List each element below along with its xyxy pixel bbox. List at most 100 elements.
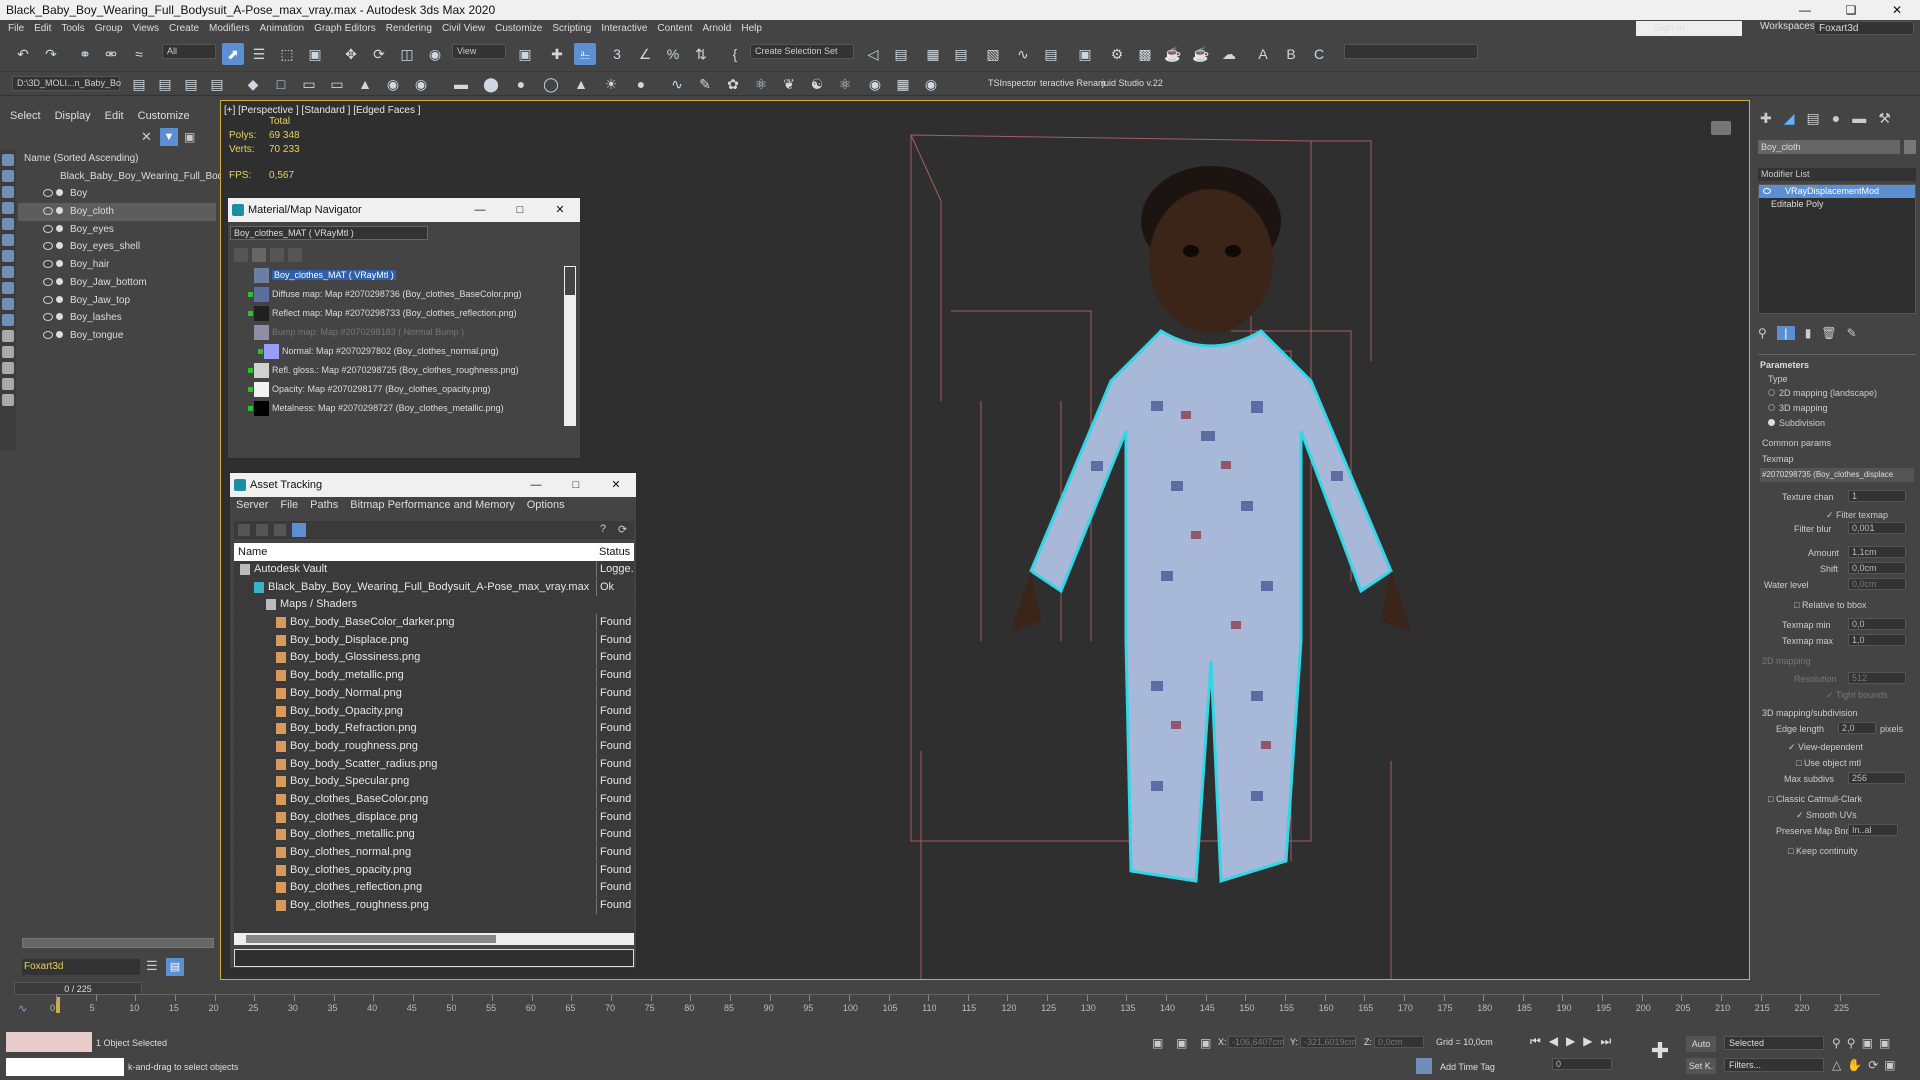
curve-editor-toggle-icon[interactable]: ∿ (18, 1002, 27, 1015)
shape-icon[interactable]: ⬤ (480, 73, 502, 95)
col-status[interactable]: Status (596, 543, 630, 561)
help-icon[interactable]: ? (600, 523, 606, 535)
curve-editor-icon[interactable]: ∿ (1012, 43, 1034, 65)
se-tab-customize[interactable]: Customize (138, 110, 190, 122)
visibility-icon[interactable] (43, 295, 53, 304)
auto-key-button[interactable]: Auto (1686, 1036, 1716, 1052)
project-path-dropdown[interactable]: D:\3D_MOLI...n_Baby_Bo (12, 76, 121, 91)
modifier-icon[interactable]: ✎ (694, 73, 716, 95)
keyboard-shortcut-override-icon[interactable]: ⎁ (574, 43, 596, 65)
asset-row[interactable]: Boy_clothes_displace.png Found (234, 808, 634, 827)
maximize-icon[interactable]: □ (500, 198, 540, 222)
menu-civil-view[interactable]: Civil View (442, 23, 485, 34)
eye-icon[interactable] (1763, 188, 1771, 194)
select-object-icon[interactable]: ⬈ (222, 43, 244, 65)
schematic-view-icon[interactable]: ▤ (1040, 43, 1062, 65)
display-xrefs-icon[interactable] (2, 282, 14, 294)
asset-row[interactable]: Maps / Shaders (234, 596, 634, 615)
asset-row[interactable]: Boy_body_Opacity.png Found (234, 702, 634, 721)
se-sort-header[interactable]: Name (Sorted Ascending) (18, 150, 216, 168)
asset-row[interactable]: Boy_body_Normal.png Found (234, 684, 634, 703)
selection-filter-dropdown[interactable]: All (162, 44, 216, 59)
project-folder-icon[interactable]: ▤ (128, 73, 150, 95)
timeline-track[interactable]: 0 5 10 15 20 25 30 35 40 45 50 55 60 65 70 75 80 85 90 95 10… (50, 994, 1880, 1024)
maxscript-listener[interactable] (6, 1032, 92, 1052)
display-geometry-icon[interactable] (2, 170, 14, 182)
play-icon[interactable]: ▶ (1566, 1034, 1575, 1049)
spinner-snap-icon[interactable]: ⇅ (690, 43, 712, 65)
sphere-icon[interactable]: ● (510, 73, 532, 95)
display-cameras-icon[interactable] (2, 218, 14, 230)
asset-titlebar[interactable]: Asset Tracking — □ ✕ (230, 473, 636, 497)
remove-modifier-icon[interactable]: 🗑 (1821, 326, 1836, 340)
modifier-list-dropdown[interactable]: Modifier List (1758, 168, 1916, 181)
set-key-button[interactable]: Set K. (1686, 1058, 1716, 1074)
show-end-result-icon[interactable]: | (1776, 326, 1795, 340)
spline-icon[interactable]: ∿ (666, 73, 688, 95)
set-key-mode-icon[interactable]: ✚ (1646, 1038, 1674, 1066)
se-item-boy-tongue[interactable]: Boy_tongue (18, 327, 216, 345)
fx-icon[interactable]: ⚛ (834, 73, 856, 95)
filter-icon[interactable]: ▼ (160, 128, 178, 146)
se-scrollbar[interactable] (22, 938, 214, 948)
deform-icon[interactable]: ☯ (806, 73, 828, 95)
select-manipulate-icon[interactable]: ✚ (546, 43, 568, 65)
zoom-all-icon[interactable]: ⚲ (1847, 1036, 1856, 1050)
freeze-icon[interactable] (56, 242, 63, 250)
asset-menu-server[interactable]: Server (236, 499, 268, 511)
asset-menu-file[interactable]: File (280, 499, 298, 511)
orbit-icon[interactable]: ⟳ (1868, 1058, 1878, 1072)
unlink-icon[interactable]: ⚮ (100, 43, 122, 65)
snaps-toggle-icon[interactable]: 3 (606, 43, 628, 65)
time-tag-icon[interactable] (1416, 1058, 1432, 1074)
filter-blur-spinner[interactable]: 0,001 (1848, 522, 1906, 534)
menu-graph-editors[interactable]: Graph Editors (314, 23, 376, 34)
camera-tool-icon[interactable]: ◉ (920, 73, 942, 95)
max-subdivs-spinner[interactable]: 256 (1848, 772, 1906, 784)
asset-row[interactable]: Black_Baby_Boy_Wearing_Full_Bodysuit_A-P… (234, 578, 634, 597)
menu-scripting[interactable]: Scripting (552, 23, 591, 34)
tool-6-icon[interactable]: ◉ (382, 73, 404, 95)
y-coordinate-field[interactable]: -321,6019cm (1300, 1036, 1357, 1048)
mirror-icon[interactable]: ◁ (862, 43, 884, 65)
text-a-icon[interactable]: A (1252, 43, 1274, 65)
asset-menu-bitmap[interactable]: Bitmap Performance and Memory (350, 499, 514, 511)
scale-icon[interactable]: ◫ (396, 43, 418, 65)
maxscript-input[interactable] (6, 1058, 124, 1076)
toggle-layer-explorer-icon[interactable]: ▤ (950, 43, 972, 65)
current-frame-field[interactable]: 0 (1552, 1058, 1612, 1070)
modify-tab-icon[interactable]: ◢ (1784, 110, 1795, 127)
asset-tool-1-icon[interactable] (238, 524, 250, 536)
se-item-boy-jaw-top[interactable]: Boy_Jaw_top (18, 292, 216, 310)
se-item-boy-cloth[interactable]: Boy_cloth (18, 203, 216, 221)
texmap-min-spinner[interactable]: 0,0 (1848, 618, 1906, 630)
mat-nav-scrollbar[interactable] (564, 266, 576, 426)
asset-row[interactable]: Boy_clothes_roughness.png Found (234, 897, 634, 915)
preserve-map-dropdown[interactable]: In..al (1848, 824, 1898, 836)
asset-row[interactable]: Boy_body_BaseColor_darker.png Found (234, 614, 634, 632)
texmap-max-spinner[interactable]: 1,0 (1848, 634, 1906, 646)
key-filter-dropdown[interactable]: Selected (1724, 1036, 1824, 1050)
toggle-scene-explorer-icon[interactable]: ▦ (922, 43, 944, 65)
display-groups-icon[interactable] (2, 266, 14, 278)
freeze-icon[interactable] (56, 224, 63, 232)
visibility-icon[interactable] (43, 242, 53, 251)
stack-item-editable-poly[interactable]: Editable Poly (1759, 198, 1915, 211)
globe-icon[interactable]: ◉ (864, 73, 886, 95)
interactive-rename-button[interactable]: teractive Renam (1040, 78, 1106, 88)
display-none-icon[interactable] (2, 154, 14, 166)
angle-snap-icon[interactable]: ∠ (634, 43, 656, 65)
cone-icon[interactable]: ▲ (570, 73, 592, 95)
asset-row[interactable]: Boy_body_Scatter_radius.png Found (234, 755, 634, 774)
close-icon[interactable]: ✕ (596, 473, 636, 497)
selection-set-dropdown[interactable]: Create Selection Set (750, 44, 854, 59)
display-all-icon[interactable] (2, 362, 14, 374)
smooth-uvs-checkbox[interactable]: ✓ Smooth UVs (1796, 810, 1857, 821)
freeze-icon[interactable] (56, 313, 63, 321)
pan-icon[interactable]: ✋ (1847, 1058, 1862, 1072)
rollout-parameters[interactable]: Parameters (1760, 360, 1809, 370)
undo-icon[interactable]: ↶ (12, 43, 34, 65)
text-c-icon[interactable]: C (1308, 43, 1330, 65)
texmap-button[interactable]: #2070298735 (Boy_clothes_displace (1760, 468, 1914, 482)
se-tab-select[interactable]: Select (10, 110, 41, 122)
